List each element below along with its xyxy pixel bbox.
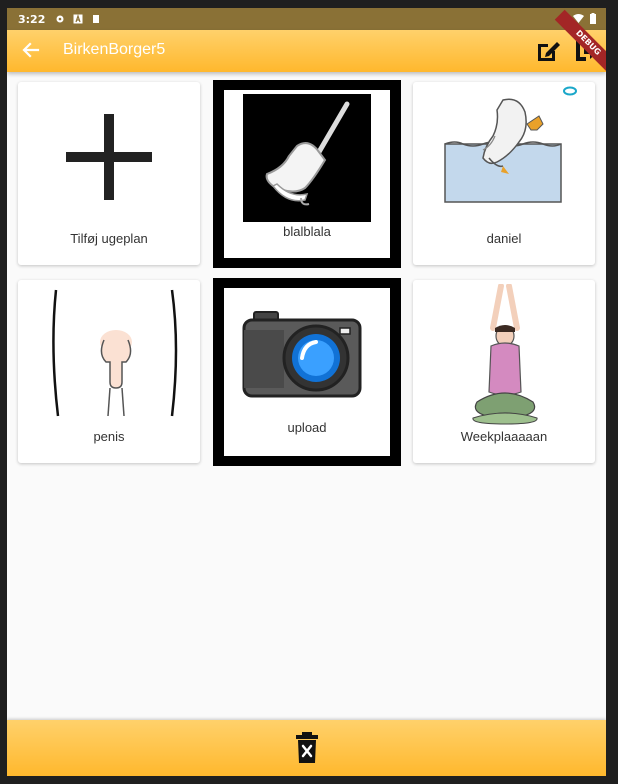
card-label: daniel	[486, 231, 522, 246]
weekplan-card-upload[interactable]: upload	[213, 278, 401, 466]
card-label: Weekplaaaaan	[460, 429, 548, 444]
status-bar: 3:22	[7, 8, 606, 30]
battery-icon	[590, 13, 596, 24]
delete-icon[interactable]	[294, 730, 320, 766]
page-title: BirkenBorger5	[63, 41, 166, 58]
card-inner: blalblala	[224, 90, 390, 258]
back-arrow-icon[interactable]	[21, 39, 41, 61]
card-inner: upload	[224, 288, 390, 456]
device-screen: 3:22 BirkenBorger5 DEBUG Tilføj ugeplan	[7, 8, 606, 776]
card-label: blalblala	[283, 224, 331, 239]
edit-icon[interactable]	[535, 38, 563, 64]
weekplan-card-blalblala[interactable]: blalblala	[213, 80, 401, 268]
settings-icon	[56, 15, 64, 23]
card-label: penis	[93, 429, 125, 444]
diving-bird-image	[444, 98, 562, 203]
camera-icon	[242, 311, 362, 398]
body-illustration	[52, 289, 178, 417]
weekplan-card-daniel[interactable]: daniel	[413, 82, 595, 265]
add-weekplan-card[interactable]: Tilføj ugeplan	[18, 82, 200, 265]
card-label: Tilføj ugeplan	[70, 231, 148, 246]
sync-icon	[563, 86, 577, 96]
weekplan-card-weekplaaaaan[interactable]: Weekplaaaaan	[413, 280, 595, 463]
sd-card-icon	[93, 15, 100, 23]
notification-a-icon	[73, 14, 83, 24]
bottom-bar	[7, 720, 606, 776]
card-label: upload	[287, 420, 327, 435]
status-time: 3:22	[18, 12, 46, 26]
bell-icon	[243, 94, 371, 222]
weekplan-card-penis[interactable]: penis	[18, 280, 200, 463]
plus-icon	[66, 114, 152, 200]
app-bar: BirkenBorger5 DEBUG	[7, 9, 606, 77]
yoga-pose-image	[472, 284, 538, 425]
